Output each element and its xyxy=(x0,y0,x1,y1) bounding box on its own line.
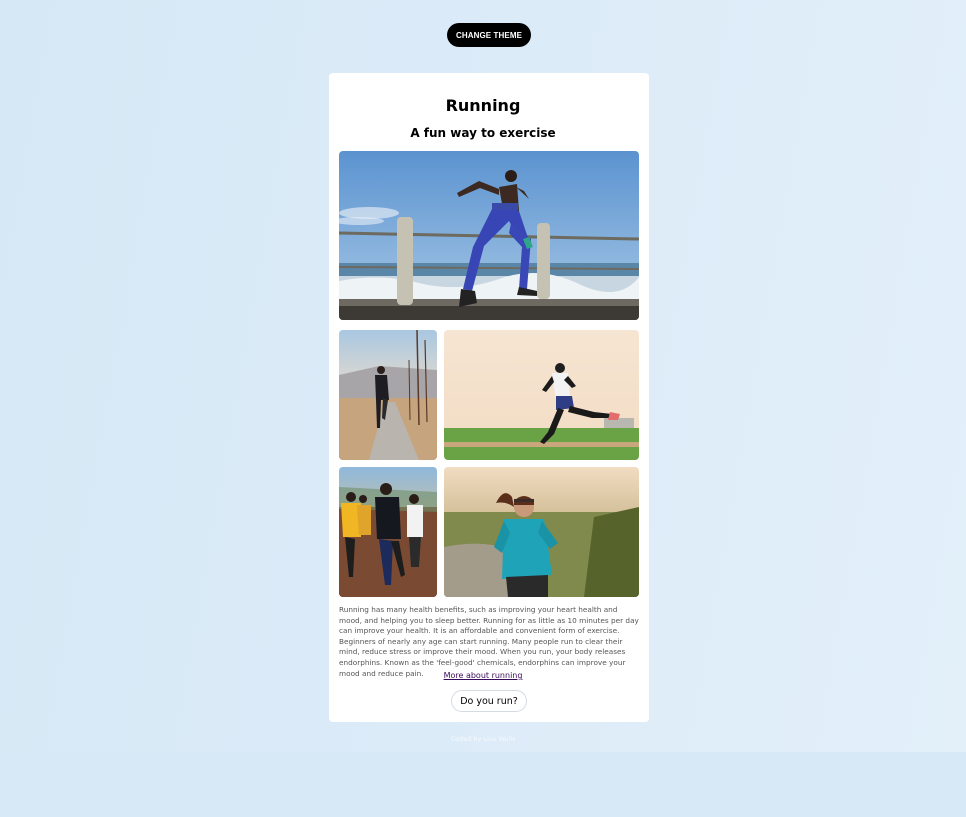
park-runner-photo xyxy=(444,330,639,460)
page-title: Running xyxy=(445,96,521,115)
smiling-runner-photo xyxy=(444,467,639,597)
footer-credit: Coded by Lisa Wells xyxy=(450,735,516,743)
do-you-run-button[interactable]: Do you run? xyxy=(451,690,527,712)
hero-runner-photo xyxy=(339,151,639,320)
group-runners-photo xyxy=(339,467,437,597)
page-subtitle: A fun way to exercise xyxy=(410,126,556,140)
running-description: Running has many health benefits, such a… xyxy=(339,605,639,678)
change-theme-button[interactable]: CHANGE THEME xyxy=(447,23,531,47)
desert-road-runner-photo xyxy=(339,330,437,460)
page-bottom-band xyxy=(0,752,966,817)
more-about-running-link[interactable]: More about running xyxy=(0,671,966,680)
